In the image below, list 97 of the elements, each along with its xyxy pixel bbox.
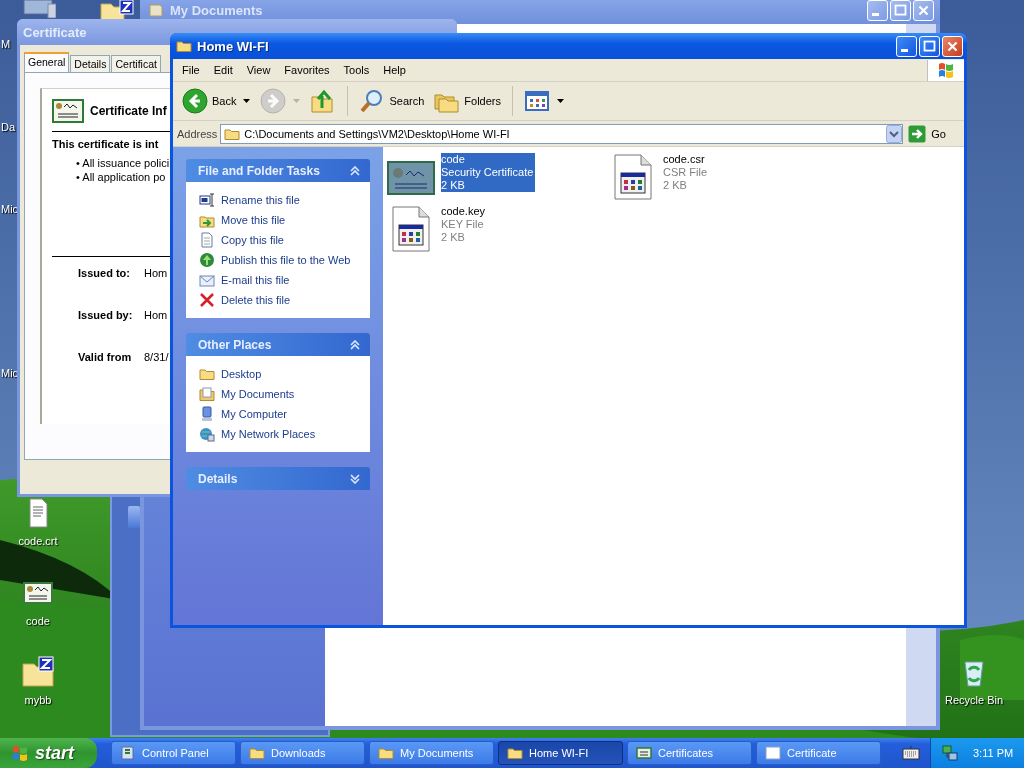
- address-field[interactable]: C:\Documents and Settings\VM2\Desktop\Home WI-FI: [220, 123, 904, 144]
- purpose-item: • All application po: [75, 170, 166, 184]
- field-value: Hom: [144, 309, 168, 323]
- tab[interactable]: General: [24, 52, 70, 72]
- task-link[interactable]: My Computer: [221, 408, 288, 420]
- chevron-icon[interactable]: [350, 339, 360, 350]
- copy-icon[interactable]: [199, 232, 215, 248]
- back-button[interactable]: Back: [179, 86, 254, 116]
- folder-icon: [378, 745, 394, 761]
- keyboard-icon[interactable]: [902, 746, 920, 760]
- windows-logo-icon: [10, 743, 30, 763]
- desktop-icon-label[interactable]: code.crt: [18, 535, 58, 547]
- folder-icon: [507, 745, 523, 761]
- file-size: 2 KB: [441, 179, 466, 192]
- task-link[interactable]: Publish this file to the Web: [221, 254, 351, 266]
- monitor-icon[interactable]: [22, 0, 56, 18]
- task-link[interactable]: Copy this file: [221, 234, 284, 246]
- tab[interactable]: Certificat: [111, 55, 161, 72]
- maximize-button[interactable]: [919, 35, 940, 57]
- certificate-heading: Certificate Inf: [90, 104, 167, 118]
- folder-icon: [249, 745, 265, 761]
- close-button[interactable]: [942, 35, 963, 57]
- address-label: Address: [177, 127, 218, 140]
- desktop-icon-label[interactable]: M: [1, 38, 11, 51]
- menu-item[interactable]: Favorites: [277, 64, 337, 76]
- window-icon: [765, 745, 781, 761]
- window-title: Home WI-FI: [197, 38, 269, 54]
- minimize-icon: [872, 12, 879, 16]
- computer-icon[interactable]: [199, 406, 215, 422]
- file-type: Security Certificate: [441, 166, 534, 179]
- delete-icon[interactable]: [199, 292, 215, 308]
- desktop-icon-label[interactable]: Mic: [1, 203, 19, 216]
- file-type: KEY File: [441, 218, 485, 231]
- task-link[interactable]: Desktop: [221, 368, 262, 380]
- clock: 3:11 PM: [973, 747, 1014, 759]
- field-label: Valid from: [78, 351, 133, 365]
- file-name[interactable]: code.key: [441, 205, 486, 218]
- field-value: 8/31/: [144, 351, 169, 365]
- folder-icon: [176, 38, 192, 54]
- caret-icon: [293, 99, 301, 103]
- file-name[interactable]: code: [441, 153, 534, 166]
- caret-icon: [557, 99, 564, 103]
- chevron-icon[interactable]: [350, 165, 360, 176]
- certificate-icon: [52, 99, 84, 123]
- menu-item[interactable]: View: [239, 64, 278, 76]
- desktop-icon-label[interactable]: Da: [1, 121, 16, 134]
- network-icon[interactable]: [941, 744, 959, 762]
- task-link[interactable]: Delete this file: [221, 294, 291, 306]
- minimize-button[interactable]: [896, 35, 917, 57]
- close-button[interactable]: [913, 0, 934, 21]
- file-type: CSR File: [663, 166, 707, 179]
- folder-icon[interactable]: [199, 366, 215, 382]
- menu-item[interactable]: Tools: [336, 64, 377, 76]
- desktop-icon-label[interactable]: mybb: [24, 694, 52, 706]
- rename-icon[interactable]: [199, 192, 215, 208]
- windows-logo-icon: [927, 59, 964, 81]
- desktop-icon-label[interactable]: Recycle Bin: [944, 694, 1004, 706]
- field-label: Issued by:: [78, 309, 134, 323]
- purpose-item: • All issuance polici: [75, 156, 170, 170]
- file-size: 2 KB: [663, 179, 688, 192]
- certificates-icon: [636, 745, 652, 761]
- tab[interactable]: Details: [70, 55, 111, 72]
- envelope-icon[interactable]: [199, 272, 215, 288]
- go-button[interactable]: Go: [906, 124, 960, 143]
- network-icon[interactable]: [199, 426, 215, 442]
- menu-item[interactable]: File: [175, 64, 207, 76]
- search-button[interactable]: Search: [356, 86, 428, 116]
- menu-item[interactable]: Edit: [206, 64, 240, 76]
- file-name[interactable]: code.csr: [663, 153, 707, 166]
- minimize-icon: [901, 48, 908, 52]
- field-value: Hom: [144, 267, 168, 281]
- globe-icon[interactable]: [199, 252, 215, 268]
- minimize-button[interactable]: [867, 0, 888, 21]
- certificate-purpose: This certificate is int: [52, 138, 159, 150]
- task-link[interactable]: My Documents: [221, 388, 295, 400]
- caret-icon: [243, 99, 251, 103]
- menu-item[interactable]: Help: [376, 64, 413, 76]
- task-link[interactable]: E-mail this file: [221, 274, 290, 286]
- window-title: My Documents: [170, 2, 263, 18]
- field-label: Issued to:: [78, 267, 131, 281]
- control-panel-icon: [120, 745, 136, 761]
- file-size: 2 KB: [441, 231, 466, 244]
- start-button[interactable]: start: [0, 738, 97, 768]
- task-link[interactable]: Rename this file: [221, 194, 300, 206]
- task-link[interactable]: My Network Places: [221, 428, 316, 440]
- maximize-button[interactable]: [890, 0, 911, 21]
- desktop-icon-label[interactable]: code: [26, 615, 50, 627]
- window-title: Certificate: [23, 24, 87, 40]
- task-link[interactable]: Move this file: [221, 214, 286, 226]
- folders-button[interactable]: Folders: [431, 86, 504, 116]
- chevron-icon[interactable]: [350, 473, 360, 484]
- dropdown-icon[interactable]: [886, 124, 903, 143]
- desktop-icon-label[interactable]: Mic: [1, 367, 19, 380]
- views-icon: [524, 88, 550, 114]
- taskbar-button[interactable]: Home WI-FI: [498, 741, 623, 765]
- documents-icon[interactable]: [199, 386, 215, 402]
- zip-folder-icon[interactable]: [22, 656, 54, 688]
